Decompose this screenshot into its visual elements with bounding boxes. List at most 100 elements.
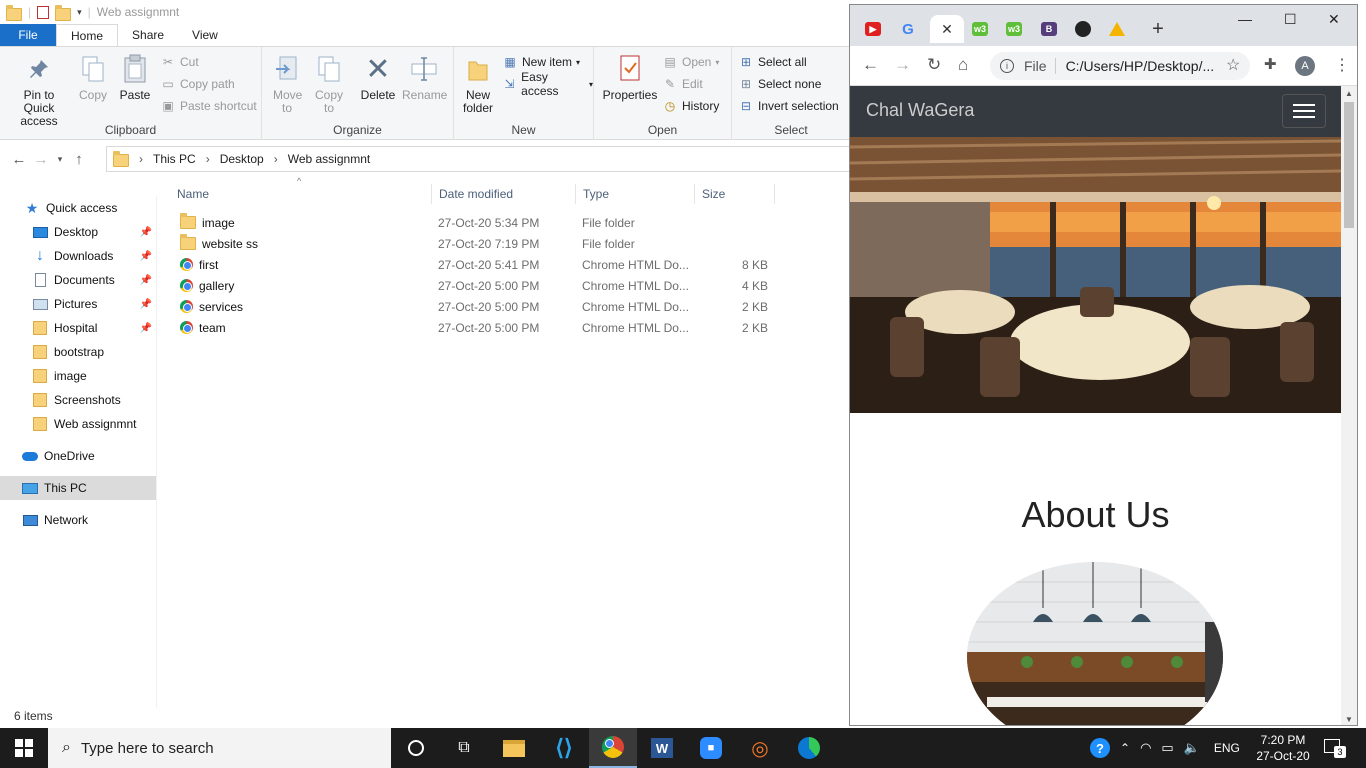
paste-button[interactable]: Paste (116, 53, 154, 102)
new-tab-button[interactable]: + (1143, 15, 1173, 43)
column-header-size[interactable]: Size (695, 184, 775, 204)
page-scrollbar[interactable]: ▲ ▼ (1341, 86, 1357, 725)
sidebar-item-bootstrap[interactable]: bootstrap (0, 340, 156, 364)
breadcrumb-this-pc[interactable]: This PC (153, 152, 196, 166)
start-button[interactable] (0, 728, 48, 768)
taskbar-chrome[interactable] (589, 728, 637, 768)
volume-icon[interactable]: 🔈 (1184, 740, 1200, 756)
scroll-down-arrow-icon[interactable]: ▼ (1345, 715, 1353, 724)
pin-icon[interactable]: 📌 (140, 275, 152, 286)
easy-access-button[interactable]: ⇲ Easy access ▾ (502, 70, 593, 98)
pin-icon[interactable]: 📌 (140, 323, 152, 334)
sidebar-item-downloads[interactable]: ↓ Downloads 📌 (0, 244, 156, 268)
reload-icon[interactable]: ↻ (927, 55, 941, 75)
cut-button[interactable]: ✂ Cut (160, 52, 199, 72)
action-center-button[interactable]: 3 (1322, 736, 1346, 760)
properties-button[interactable]: Properties (600, 53, 660, 102)
sidebar-item-desktop[interactable]: Desktop 📌 (0, 220, 156, 244)
tab-file[interactable]: File (0, 24, 56, 46)
paste-shortcut-button[interactable]: ▣ Paste shortcut (160, 96, 256, 116)
move-to-button[interactable]: Move to (268, 53, 306, 115)
forward-arrow-icon[interactable]: → (894, 55, 911, 75)
tab-home[interactable]: Home (56, 24, 119, 46)
breadcrumb-web-assignmnt[interactable]: Web assignmnt (288, 152, 370, 166)
pin-to-quick-access-button[interactable]: Pin to Quick access (4, 53, 74, 128)
rename-button[interactable]: Rename (402, 53, 447, 102)
history-button[interactable]: ◷ History (662, 96, 720, 116)
extensions-puzzle-icon[interactable]: ✚ (1264, 55, 1277, 73)
bookmark-star-icon[interactable]: ☆ (1226, 55, 1240, 75)
column-header-name[interactable]: Name (170, 184, 432, 204)
back-arrow-icon[interactable]: ← (862, 55, 879, 75)
home-icon[interactable]: ⌂ (958, 55, 968, 75)
taskbar-zoom[interactable]: ■ (687, 728, 735, 768)
copy-button[interactable]: Copy (76, 53, 110, 102)
tab-google-drive[interactable] (1102, 15, 1132, 43)
help-icon[interactable]: ? (1090, 738, 1110, 758)
tab-github[interactable] (1068, 15, 1098, 43)
pin-icon[interactable]: 📌 (140, 299, 152, 310)
open-button[interactable]: ▤ Open ▾ (662, 52, 719, 72)
sidebar-item-screenshots[interactable]: Screenshots (0, 388, 156, 412)
new-folder-quick-icon[interactable] (55, 4, 72, 21)
sidebar-item-image[interactable]: image (0, 364, 156, 388)
close-window-icon[interactable]: ✕ (1328, 11, 1340, 28)
clock[interactable]: 7:20 PM 27-Oct-20 (1254, 732, 1312, 764)
tab-w3schools-2[interactable]: w3 (999, 15, 1029, 43)
site-brand[interactable]: Chal WaGera (866, 100, 974, 121)
sidebar-item-network[interactable]: Network (0, 508, 156, 532)
tab-share[interactable]: Share (118, 24, 178, 46)
column-header-date-modified[interactable]: Date modified (432, 184, 576, 204)
pin-icon[interactable]: 📌 (140, 251, 152, 262)
customize-quick-access-icon[interactable]: ▾ (77, 7, 82, 18)
tab-google[interactable]: G (893, 15, 923, 43)
tab-bootstrap[interactable]: B (1034, 15, 1064, 43)
sidebar-item-quick-access[interactable]: ★ Quick access (0, 196, 156, 220)
file-row[interactable]: team 27-Oct-20 5:00 PM Chrome HTML Do...… (176, 317, 776, 338)
copy-path-button[interactable]: ▭ Copy path (160, 74, 234, 94)
taskbar-search-box[interactable]: ⌕ Type here to search (48, 728, 391, 768)
sidebar-item-pictures[interactable]: Pictures 📌 (0, 292, 156, 316)
tab-youtube[interactable]: ▶ (858, 15, 888, 43)
taskbar-file-explorer[interactable] (490, 728, 538, 768)
select-none-button[interactable]: ⊞ Select none (738, 74, 821, 94)
file-row[interactable]: services 27-Oct-20 5:00 PM Chrome HTML D… (176, 296, 776, 317)
invert-selection-button[interactable]: ⊟ Invert selection (738, 96, 839, 116)
back-arrow-icon[interactable]: ← (8, 151, 30, 168)
sidebar-item-hospital[interactable]: Hospital 📌 (0, 316, 156, 340)
properties-quick-icon[interactable] (37, 5, 50, 19)
tab-w3schools-1[interactable]: w3 (965, 15, 995, 43)
wifi-icon[interactable]: ◠ (1140, 740, 1151, 756)
recent-locations-chevron-icon[interactable]: ▾ (52, 154, 68, 165)
language-indicator[interactable]: ENG (1214, 741, 1240, 755)
sidebar-item-documents[interactable]: Documents 📌 (0, 268, 156, 292)
select-all-button[interactable]: ⊞ Select all (738, 52, 807, 72)
hamburger-menu-button[interactable] (1282, 94, 1326, 128)
close-tab-icon[interactable]: ✕ (941, 21, 953, 38)
column-header-type[interactable]: Type (576, 184, 695, 204)
taskbar-word[interactable]: W (638, 728, 686, 768)
sidebar-item-web-assignmnt[interactable]: Web assignmnt (0, 412, 156, 436)
omnibox[interactable]: i File C:/Users/HP/Desktop/... (990, 52, 1250, 80)
minimize-icon[interactable]: — (1238, 11, 1252, 27)
edit-button[interactable]: ✎ Edit (662, 74, 703, 94)
chevron-up-icon[interactable]: ⌃ (1120, 741, 1130, 755)
sidebar-item-onedrive[interactable]: OneDrive (0, 444, 156, 468)
new-folder-button[interactable]: New folder (460, 53, 496, 115)
tab-view[interactable]: View (178, 24, 232, 46)
kebab-menu-icon[interactable]: ⋮ (1334, 55, 1350, 75)
new-item-button[interactable]: ▦ New item ▾ (502, 52, 580, 72)
file-row[interactable]: image 27-Oct-20 5:34 PM File folder (176, 212, 776, 233)
address-bar[interactable]: › This PC › Desktop › Web assignmnt (106, 146, 850, 172)
task-view-button[interactable]: ⧉ (440, 728, 488, 768)
battery-icon[interactable]: ▭ (1161, 740, 1173, 756)
file-row[interactable]: first 27-Oct-20 5:41 PM Chrome HTML Do..… (176, 254, 776, 275)
avatar[interactable]: A (1295, 56, 1315, 76)
tab-active[interactable]: ✕ (930, 15, 964, 43)
taskbar-jupyter[interactable]: ◎ (736, 728, 784, 768)
delete-button[interactable]: ✕ Delete (358, 53, 398, 102)
pin-icon[interactable]: 📌 (140, 227, 152, 238)
forward-arrow-icon[interactable]: → (30, 151, 52, 168)
file-row[interactable]: gallery 27-Oct-20 5:00 PM Chrome HTML Do… (176, 275, 776, 296)
sidebar-item-this-pc[interactable]: This PC (0, 476, 156, 500)
